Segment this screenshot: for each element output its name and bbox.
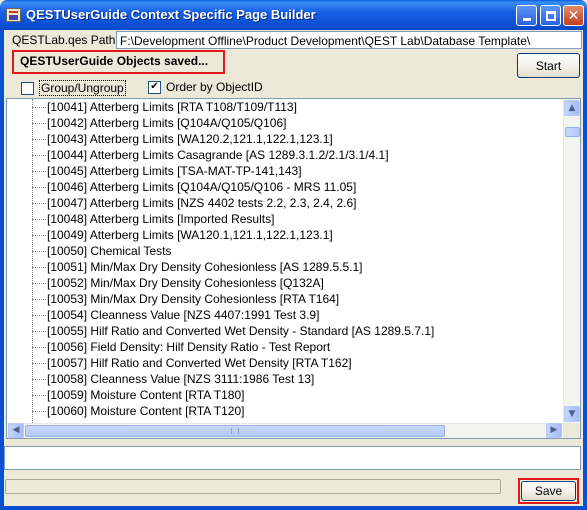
tree-item[interactable]: [10057] Hilf Ratio and Converted Wet Den… bbox=[7, 355, 563, 371]
progress-bar bbox=[5, 479, 501, 494]
tree-item[interactable]: [10058] Cleanness Value [NZS 3111:1986 T… bbox=[7, 371, 563, 387]
tree-item[interactable]: [10056] Field Density: Hilf Density Rati… bbox=[7, 339, 563, 355]
horizontal-scroll-thumb[interactable] bbox=[25, 425, 445, 437]
tree-item[interactable]: [10050] Chemical Tests bbox=[7, 243, 563, 259]
group-ungroup-checkbox[interactable] bbox=[21, 81, 34, 95]
tree-item[interactable]: [10053] Min/Max Dry Density Cohesionless… bbox=[7, 291, 563, 307]
vertical-scroll-thumb[interactable] bbox=[565, 127, 580, 137]
title-bar: QESTUserGuide Context Specific Page Buil… bbox=[0, 0, 587, 30]
status-box: QESTUserGuide Objects saved... bbox=[12, 50, 225, 74]
tree-item[interactable]: [10046] Atterberg Limits [Q104A/Q105/Q10… bbox=[7, 179, 563, 195]
window-frame-right bbox=[583, 30, 587, 510]
tree-item[interactable]: [10059] Moisture Content [RTA T180] bbox=[7, 387, 563, 403]
scroll-down-icon: ▼ bbox=[568, 408, 576, 419]
scroll-right-icon: ▶ bbox=[550, 425, 558, 435]
scroll-left-icon: ◀ bbox=[12, 425, 20, 435]
minimize-icon bbox=[522, 18, 531, 21]
tree-item[interactable]: [10047] Atterberg Limits [NZS 4402 tests… bbox=[7, 195, 563, 211]
maximize-icon bbox=[545, 10, 556, 21]
path-label: QESTLab.qes Path: bbox=[12, 33, 119, 47]
window-frame-left bbox=[0, 30, 4, 510]
window-frame-bottom bbox=[0, 506, 587, 510]
tree-item[interactable]: [10041] Atterberg Limits [RTA T108/T109/… bbox=[7, 99, 563, 115]
tree-item[interactable]: [10049] Atterberg Limits [WA120.1,121.1,… bbox=[7, 227, 563, 243]
start-button[interactable]: Start bbox=[517, 53, 580, 78]
close-button[interactable]: ✕ bbox=[563, 5, 584, 26]
tree-item[interactable]: [10054] Cleanness Value [NZS 4407:1991 T… bbox=[7, 307, 563, 323]
order-by-objectid-option[interactable]: ✔ Order by ObjectID bbox=[148, 80, 263, 94]
tree-item[interactable]: [10048] Atterberg Limits [Imported Resul… bbox=[7, 211, 563, 227]
status-text: QESTUserGuide Objects saved... bbox=[20, 54, 209, 68]
tree-item[interactable]: [10051] Min/Max Dry Density Cohesionless… bbox=[7, 259, 563, 275]
tree-item[interactable]: [10055] Hilf Ratio and Converted Wet Den… bbox=[7, 323, 563, 339]
tree-item[interactable]: [10043] Atterberg Limits [WA120.2,121.1,… bbox=[7, 131, 563, 147]
app-icon bbox=[6, 8, 21, 22]
tree-item[interactable]: [10045] Atterberg Limits [TSA-MAT-TP-141… bbox=[7, 163, 563, 179]
minimize-button[interactable] bbox=[516, 5, 537, 26]
checkmark-icon: ✔ bbox=[150, 81, 159, 92]
scrollbar-corner bbox=[563, 423, 580, 438]
scroll-right-button[interactable]: ▶ bbox=[546, 423, 562, 438]
horizontal-scrollbar[interactable]: ◀ ▶ bbox=[7, 423, 563, 438]
vertical-scrollbar[interactable]: ▲ ▼ bbox=[563, 99, 580, 423]
objects-tree[interactable]: [10041] Atterberg Limits [RTA T108/T109/… bbox=[6, 98, 581, 439]
tree-item[interactable]: [10044] Atterberg Limits Casagrande [AS … bbox=[7, 147, 563, 163]
order-by-objectid-checkbox[interactable]: ✔ bbox=[148, 80, 161, 94]
output-textbox[interactable] bbox=[4, 446, 581, 470]
scroll-left-button[interactable]: ◀ bbox=[8, 423, 24, 438]
window-title: QESTUserGuide Context Specific Page Buil… bbox=[26, 7, 316, 22]
path-input[interactable]: F:\Development Offline\Product Developme… bbox=[116, 31, 582, 49]
tree-list: [10041] Atterberg Limits [RTA T108/T109/… bbox=[7, 99, 563, 425]
close-icon: ✕ bbox=[567, 7, 580, 24]
grip-icon bbox=[231, 428, 239, 434]
scroll-down-button[interactable]: ▼ bbox=[564, 406, 580, 422]
tree-item[interactable]: [10042] Atterberg Limits [Q104A/Q105/Q10… bbox=[7, 115, 563, 131]
save-button[interactable]: Save bbox=[521, 481, 576, 501]
scroll-up-button[interactable]: ▲ bbox=[564, 100, 580, 116]
tree-item[interactable]: [10060] Moisture Content [RTA T120] bbox=[7, 403, 563, 419]
maximize-button[interactable] bbox=[540, 5, 561, 26]
order-by-objectid-label: Order by ObjectID bbox=[166, 80, 263, 94]
scroll-up-icon: ▲ bbox=[568, 102, 576, 113]
group-ungroup-option[interactable]: Group/Ungroup bbox=[21, 80, 126, 96]
group-ungroup-label: Group/Ungroup bbox=[39, 80, 126, 96]
tree-item[interactable]: [10052] Min/Max Dry Density Cohesionless… bbox=[7, 275, 563, 291]
